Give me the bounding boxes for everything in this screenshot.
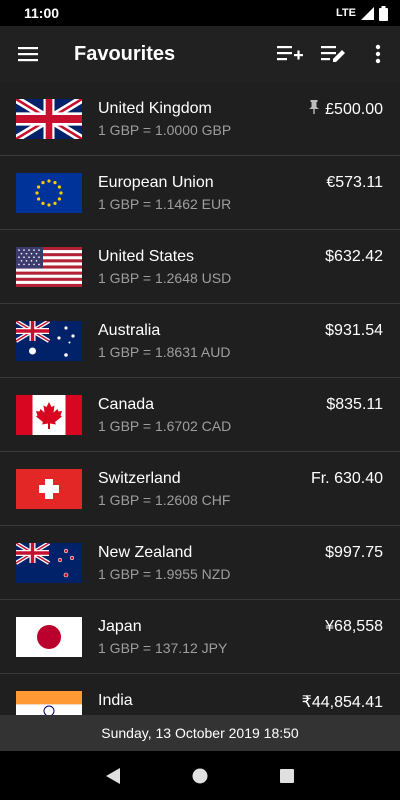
list-item[interactable]: European Union 1 GBP = 1.1462 EUR €573.1… [0,156,400,230]
exchange-rate: 1 GBP = 137.12 JPY [98,640,228,656]
amount-value: ¥68,558 [325,618,383,635]
flag-united-states-icon [16,247,82,287]
exchange-rate: 1 GBP = 1.9955 NZD [98,566,231,582]
edit-list-button[interactable] [312,26,356,82]
converted-amount: $632.42 [325,248,383,266]
add-list-icon [277,46,303,61]
page-title: Favourites [74,42,176,65]
list-item[interactable]: Canada 1 GBP = 1.6702 CAD $835.11 [0,378,400,452]
exchange-rate: 1 GBP = 1.8631 AUD [98,344,231,360]
recents-button[interactable] [267,756,307,796]
converted-amount: $931.54 [325,322,383,340]
country-name: Japan [98,618,142,635]
amount-value: $931.54 [325,322,383,339]
exchange-rate: 1 GBP = 1.6702 CAD [98,418,232,434]
last-updated-footer: Sunday, 13 October 2019 18:50 [0,715,400,751]
back-icon [106,767,121,784]
list-item[interactable]: Japan 1 GBP = 137.12 JPY ¥68,558 [0,600,400,674]
converted-amount: Fr. 630.40 [311,470,383,488]
country-name: European Union [98,174,214,191]
menu-button[interactable] [0,26,56,82]
flag-united-kingdom-icon [16,99,82,139]
signal-icon [361,6,374,20]
status-icons: LTE [336,5,388,21]
amount-value: $835.11 [326,396,383,413]
more-vert-icon [375,44,381,64]
flag-japan-icon [16,617,82,657]
converted-amount: ¥68,558 [325,618,383,636]
amount-value: Fr. 630.40 [310,470,383,487]
recents-icon [279,768,294,783]
converted-amount: $835.11 [326,396,383,414]
overflow-menu-button[interactable] [356,26,400,82]
converted-amount: £500.00 [309,100,383,119]
amount-value: $997.75 [325,544,383,561]
flag-european-union-icon [16,173,82,213]
list-item[interactable]: India ₹44,854.41 [0,674,400,715]
country-name: India [98,692,133,709]
flag-switzerland-icon [16,469,82,509]
converted-amount: ₹44,854.41 [302,692,383,712]
back-button[interactable] [93,756,133,796]
exchange-rate: 1 GBP = 1.1462 EUR [98,196,232,212]
exchange-rate: 1 GBP = 1.2648 USD [98,270,232,286]
home-icon [192,768,208,783]
country-name: Canada [98,396,155,413]
exchange-rate: 1 GBP = 1.0000 GBP [98,122,232,138]
home-button[interactable] [180,756,220,796]
converted-amount: $997.75 [325,544,383,562]
flag-india-icon [16,691,82,715]
menu-icon [18,47,38,62]
converted-amount: €573.11 [326,174,383,192]
amount-value: £500.00 [325,100,383,118]
country-name: Switzerland [98,470,181,487]
list-item[interactable]: United States 1 GBP = 1.2648 USD $632.42 [0,230,400,304]
app-bar: Favourites [0,26,400,82]
list-item[interactable]: New Zealand 1 GBP = 1.9955 NZD $997.75 [0,526,400,600]
country-name: United States [98,248,195,265]
exchange-rate: 1 GBP = 1.2608 CHF [98,492,231,508]
list-item[interactable]: Australia 1 GBP = 1.8631 AUD $931.54 [0,304,400,378]
flag-canada-icon [16,395,82,435]
battery-icon [379,5,388,21]
currency-list: United Kingdom 1 GBP = 1.0000 GBP £500.0… [0,82,400,715]
list-item[interactable]: Switzerland 1 GBP = 1.2608 CHF Fr. 630.4… [0,452,400,526]
amount-value: €573.11 [326,174,383,191]
country-name: New Zealand [98,544,193,561]
status-time: 11:00 [24,5,60,21]
last-updated-timestamp: Sunday, 13 October 2019 18:50 [101,725,299,741]
amount-value: $632.42 [325,248,383,265]
flag-australia-icon [16,321,82,361]
country-name: United Kingdom [98,100,212,117]
pin-icon [309,100,320,119]
amount-value: ₹44,854.41 [301,694,383,711]
flag-new-zealand-icon [16,543,82,583]
list-item[interactable]: United Kingdom 1 GBP = 1.0000 GBP £500.0… [0,82,400,156]
country-name: Australia [98,322,161,339]
add-to-list-button[interactable] [268,26,312,82]
system-nav-bar [0,751,400,800]
network-type: LTE [336,7,356,19]
status-bar: 11:00 LTE [0,0,400,26]
edit-list-icon [321,46,345,62]
